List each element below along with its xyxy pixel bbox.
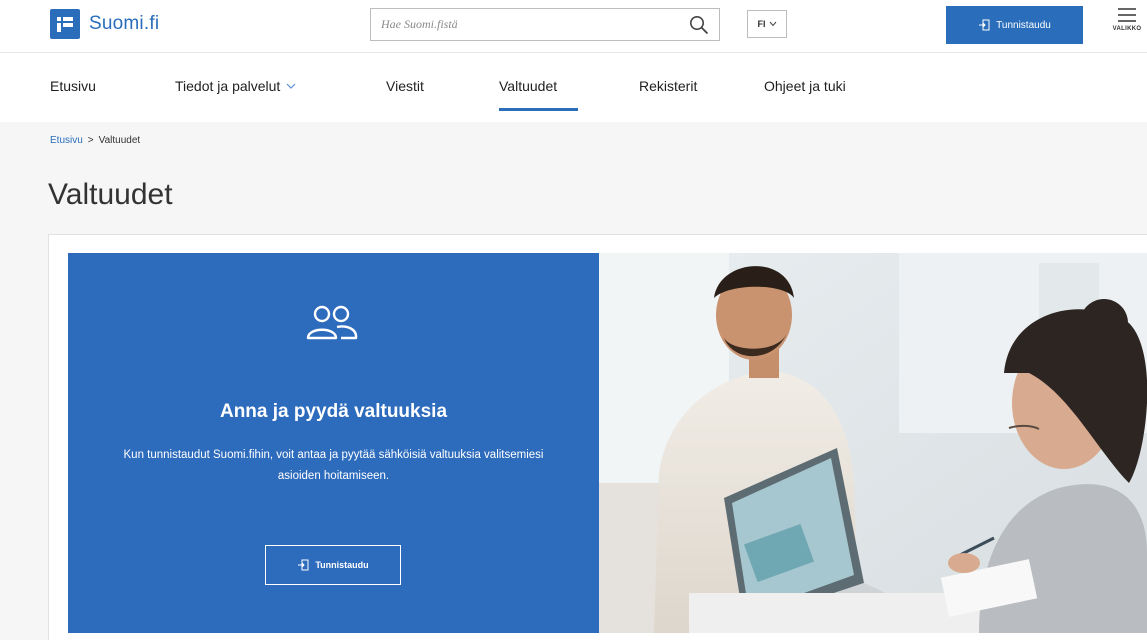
breadcrumb-home-link[interactable]: Etusivu bbox=[50, 135, 83, 146]
breadcrumb-current: Valtuudet bbox=[98, 135, 141, 146]
hero-login-button[interactable]: Tunnistaudu bbox=[265, 545, 401, 585]
login-button[interactable]: Tunnistaudu bbox=[946, 6, 1083, 44]
hamburger-icon bbox=[1118, 8, 1136, 22]
nav-item-label: Rekisterit bbox=[639, 78, 698, 94]
nav-item-label: Viestit bbox=[386, 78, 424, 94]
active-tab-indicator bbox=[499, 108, 578, 111]
people-icon bbox=[306, 305, 358, 340]
menu-button[interactable]: VALIKKO bbox=[1107, 3, 1147, 49]
login-label: Tunnistaudu bbox=[996, 19, 1051, 31]
chevron-down-icon bbox=[286, 83, 296, 89]
page-title: Valtuudet bbox=[48, 178, 173, 211]
nav-item-rekisterit[interactable]: Rekisterit bbox=[639, 78, 697, 94]
hero-login-label: Tunnistaudu bbox=[315, 560, 369, 570]
language-value: FI bbox=[757, 19, 766, 29]
search-box bbox=[370, 8, 720, 41]
nav-item-tiedot-ja-palvelut[interactable]: Tiedot ja palvelut bbox=[175, 78, 296, 94]
people-meeting-photo bbox=[599, 253, 1147, 633]
chevron-down-icon bbox=[769, 21, 776, 27]
suomi-fi-logo-icon bbox=[50, 9, 80, 39]
main-navigation: Etusivu Tiedot ja palvelut Viestit Valtu… bbox=[0, 52, 1147, 122]
hero-title: Anna ja pyydä valtuuksia bbox=[219, 401, 448, 422]
nav-item-viestit[interactable]: Viestit bbox=[386, 78, 424, 94]
search-button[interactable] bbox=[679, 9, 719, 40]
hero-panel: Anna ja pyydä valtuuksia Kun tunnistaudu… bbox=[68, 253, 599, 633]
hero-description: Kun tunnistaudut Suomi.fihin, voit antaa… bbox=[123, 449, 544, 482]
nav-item-ohjeet-ja-tuki[interactable]: Ohjeet ja tuki bbox=[764, 78, 846, 94]
logo-text: Suomi.fi bbox=[89, 13, 160, 34]
suomi-fi-logo[interactable]: Suomi.fi bbox=[50, 9, 159, 39]
nav-item-label: Valtuudet bbox=[499, 78, 558, 94]
nav-item-label: Ohjeet ja tuki bbox=[764, 78, 846, 94]
menu-label: VALIKKO bbox=[1112, 26, 1142, 32]
search-input[interactable] bbox=[371, 9, 679, 40]
search-icon bbox=[690, 15, 709, 34]
language-select[interactable]: FI bbox=[747, 10, 787, 38]
breadcrumb: Etusivu > Valtuudet bbox=[50, 135, 140, 146]
breadcrumb-separator: > bbox=[87, 135, 94, 146]
nav-item-label: Etusivu bbox=[50, 78, 96, 94]
login-icon bbox=[298, 559, 309, 571]
nav-item-valtuudet[interactable]: Valtuudet bbox=[499, 78, 557, 94]
nav-item-etusivu[interactable]: Etusivu bbox=[50, 78, 96, 94]
login-icon bbox=[979, 19, 990, 31]
hero-photo bbox=[599, 253, 1147, 633]
nav-item-label: Tiedot ja palvelut bbox=[175, 78, 281, 94]
site-header: Suomi.fi FI Tunnistaudu VALIKKO bbox=[0, 0, 1147, 52]
